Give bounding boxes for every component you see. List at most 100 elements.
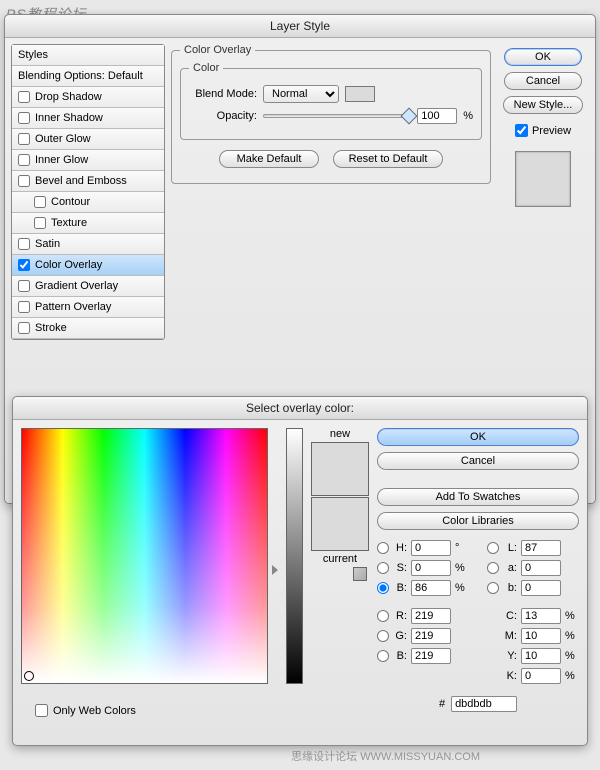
radio-r[interactable]: [377, 610, 389, 622]
radio-bb[interactable]: [487, 582, 499, 594]
pct-suffix: %: [455, 562, 469, 574]
style-stroke[interactable]: Stroke: [12, 318, 164, 339]
new-label: new: [330, 428, 350, 440]
input-bb[interactable]: [521, 580, 561, 596]
style-label: Inner Shadow: [35, 112, 103, 124]
input-k[interactable]: [521, 668, 561, 684]
style-outer-glow[interactable]: Outer Glow: [12, 129, 164, 150]
reset-default-button[interactable]: Reset to Default: [333, 150, 443, 168]
checkbox[interactable]: [18, 322, 30, 334]
checkbox[interactable]: [18, 280, 30, 292]
only-web-colors[interactable]: Only Web Colors: [35, 704, 136, 717]
blending-header[interactable]: Blending Options: Default: [12, 66, 164, 87]
label-y: Y:: [503, 650, 517, 662]
ok-button[interactable]: OK: [504, 48, 582, 66]
style-gradient-overlay[interactable]: Gradient Overlay: [12, 276, 164, 297]
style-satin[interactable]: Satin: [12, 234, 164, 255]
radio-a[interactable]: [487, 562, 499, 574]
checkbox[interactable]: [35, 704, 48, 717]
radio-b[interactable]: [377, 582, 389, 594]
style-label: Stroke: [35, 322, 67, 334]
label-s: S:: [393, 562, 407, 574]
input-bl[interactable]: [411, 648, 451, 664]
current-color-swatch[interactable]: [311, 497, 369, 551]
opacity-label: Opacity:: [189, 110, 257, 122]
input-h[interactable]: [411, 540, 451, 556]
checkbox[interactable]: [515, 124, 528, 137]
watermark-bottom: 思缘设计论坛 WWW.MISSYUAN.COM: [291, 748, 480, 764]
color-libraries-button[interactable]: Color Libraries: [377, 512, 579, 530]
style-label: Pattern Overlay: [35, 301, 111, 313]
radio-g[interactable]: [377, 630, 389, 642]
layer-style-title: Layer Style: [5, 15, 595, 38]
style-pattern-overlay[interactable]: Pattern Overlay: [12, 297, 164, 318]
checkbox[interactable]: [18, 91, 30, 103]
color-subgroup: Color Blend Mode: Normal Opacity: %: [180, 62, 482, 140]
input-l[interactable]: [521, 540, 561, 556]
picker-ok-button[interactable]: OK: [377, 428, 579, 446]
style-bevel-emboss[interactable]: Bevel and Emboss: [12, 171, 164, 192]
input-r[interactable]: [411, 608, 451, 624]
radio-h[interactable]: [377, 542, 389, 554]
preview-checkbox[interactable]: Preview: [515, 124, 571, 137]
style-label: Color Overlay: [35, 259, 102, 271]
new-style-button[interactable]: New Style...: [503, 96, 584, 114]
style-color-overlay[interactable]: Color Overlay: [12, 255, 164, 276]
radio-l[interactable]: [487, 542, 499, 554]
preview-label: Preview: [532, 125, 571, 137]
hex-input[interactable]: [451, 696, 517, 712]
input-b[interactable]: [411, 580, 451, 596]
radio-bl[interactable]: [377, 650, 389, 662]
checkbox[interactable]: [18, 259, 30, 271]
current-label: current: [323, 553, 357, 565]
make-default-button[interactable]: Make Default: [219, 150, 319, 168]
opacity-slider[interactable]: [263, 114, 411, 118]
cancel-button[interactable]: Cancel: [504, 72, 582, 90]
blend-mode-select[interactable]: Normal: [263, 85, 339, 103]
style-texture[interactable]: Texture: [12, 213, 164, 234]
checkbox[interactable]: [18, 175, 30, 187]
input-c[interactable]: [521, 608, 561, 624]
styles-list: Styles Blending Options: Default Drop Sh…: [11, 44, 165, 340]
color-field[interactable]: [21, 428, 268, 684]
input-g[interactable]: [411, 628, 451, 644]
checkbox[interactable]: [34, 196, 46, 208]
input-m[interactable]: [521, 628, 561, 644]
style-contour[interactable]: Contour: [12, 192, 164, 213]
checkbox[interactable]: [18, 301, 30, 313]
slider-thumb-icon[interactable]: [401, 108, 418, 125]
opacity-input[interactable]: [417, 108, 457, 124]
input-a[interactable]: [521, 560, 561, 576]
style-label: Bevel and Emboss: [35, 175, 127, 187]
radio-s[interactable]: [377, 562, 389, 574]
input-y[interactable]: [521, 648, 561, 664]
preview-swatch: [515, 151, 571, 207]
styles-header[interactable]: Styles: [12, 45, 164, 66]
cube-icon[interactable]: [353, 567, 367, 581]
style-label: Gradient Overlay: [35, 280, 118, 292]
picker-cancel-button[interactable]: Cancel: [377, 452, 579, 470]
style-inner-shadow[interactable]: Inner Shadow: [12, 108, 164, 129]
style-drop-shadow[interactable]: Drop Shadow: [12, 87, 164, 108]
pct-suffix: %: [565, 610, 579, 622]
style-inner-glow[interactable]: Inner Glow: [12, 150, 164, 171]
arrow-right-icon: [272, 565, 278, 575]
label-g: G:: [393, 630, 407, 642]
blend-mode-label: Blend Mode:: [189, 88, 257, 100]
hue-slider[interactable]: [286, 428, 303, 684]
checkbox[interactable]: [18, 133, 30, 145]
overlay-color-swatch[interactable]: [345, 86, 375, 102]
input-s[interactable]: [411, 560, 451, 576]
color-overlay-group: Color Overlay Color Blend Mode: Normal O…: [171, 44, 491, 184]
add-to-swatches-button[interactable]: Add To Swatches: [377, 488, 579, 506]
checkbox[interactable]: [18, 112, 30, 124]
checkbox[interactable]: [18, 238, 30, 250]
checkbox[interactable]: [34, 217, 46, 229]
style-label: Texture: [51, 217, 87, 229]
checkbox[interactable]: [18, 154, 30, 166]
label-a: a:: [503, 562, 517, 574]
label-b: B:: [393, 582, 407, 594]
label-bb: b:: [503, 582, 517, 594]
label-r: R:: [393, 610, 407, 622]
color-picker-window: Select overlay color: new current OK Can…: [12, 396, 588, 746]
